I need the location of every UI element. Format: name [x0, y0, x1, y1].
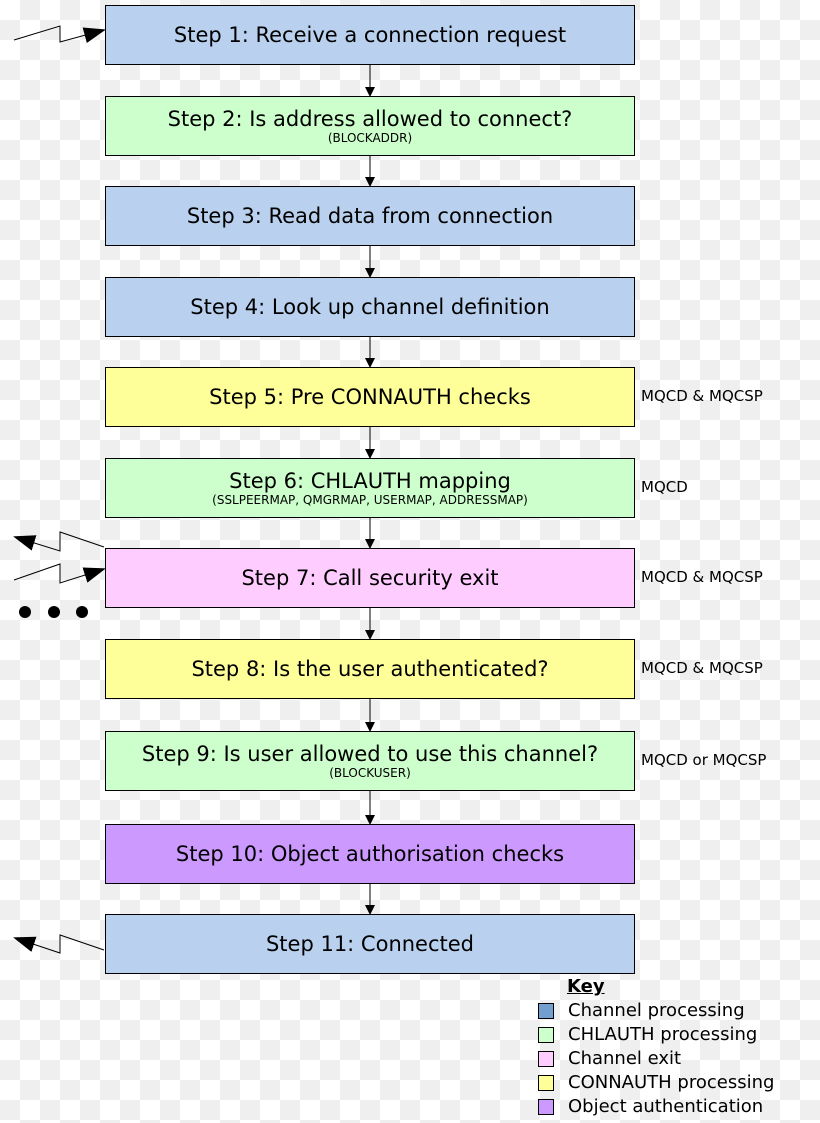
legend-item: CONNAUTH processing [538, 1071, 774, 1095]
legend-item: CHLAUTH processing [538, 1023, 774, 1047]
ellipsis-dot [48, 606, 60, 618]
legend-item: Channel exit [538, 1047, 774, 1071]
connectors [13, 25, 375, 954]
legend-item: Channel processing [538, 999, 774, 1023]
legend-label: Object authentication [568, 1096, 764, 1117]
exit-outgoing-arrow [13, 531, 105, 552]
legend-label: CONNAUTH processing [568, 1072, 775, 1093]
legend-label: CHLAUTH processing [568, 1024, 758, 1045]
legend-swatch [538, 1051, 554, 1067]
legend-swatch [538, 1099, 554, 1115]
legend-label: Channel exit [568, 1048, 682, 1069]
legend-swatch [538, 1027, 554, 1043]
legend-label: Channel processing [568, 1000, 745, 1021]
legend-title: Key [567, 976, 605, 997]
incoming-request-arrow [13, 25, 106, 43]
ellipsis-dot [19, 606, 31, 618]
ellipsis-dot [76, 606, 88, 618]
legend-item: Object authentication [538, 1095, 774, 1119]
legend-swatch [538, 1003, 554, 1019]
legend: Key Channel processing CHLAUTH processing… [538, 975, 774, 1119]
connected-outgoing-arrow [13, 934, 105, 954]
exit-incoming-arrow [13, 563, 106, 584]
legend-swatch [538, 1075, 554, 1091]
